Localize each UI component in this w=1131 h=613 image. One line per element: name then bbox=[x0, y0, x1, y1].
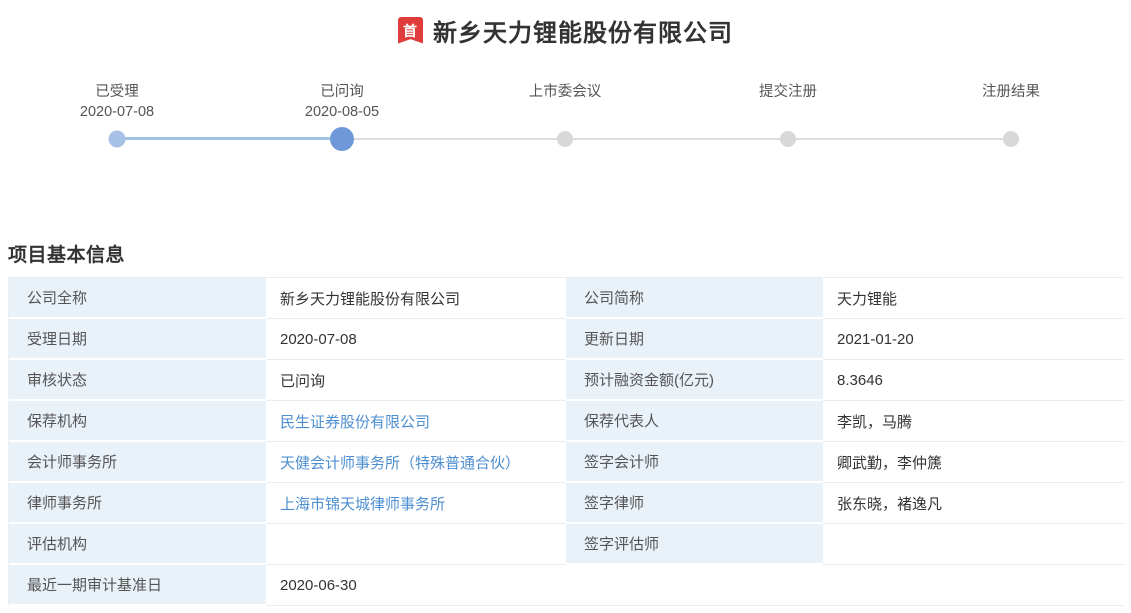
step-name: 已问询 bbox=[320, 84, 364, 100]
step-label: 上市委会议 bbox=[455, 82, 675, 102]
field-label: 保荐机构 bbox=[9, 401, 266, 442]
institution-link[interactable]: 天健会计师事务所（特殊普通合伙） bbox=[280, 452, 520, 473]
step-label: 注册结果 bbox=[901, 82, 1121, 102]
table-row: 受理日期 2020-07-08 更新日期 2021-01-20 bbox=[9, 319, 1124, 360]
step-dot-pending bbox=[780, 131, 796, 147]
stepper: 已受理 2020-07-08 已问询 2020-08-05 上市委会议 提交注册 注册结果 bbox=[0, 0, 1131, 180]
institution-link[interactable]: 民生证券股份有限公司 bbox=[280, 411, 430, 432]
field-value: 新乡天力锂能股份有限公司 bbox=[266, 278, 566, 319]
field-label: 签字律师 bbox=[566, 483, 823, 524]
section-title: 项目基本信息 bbox=[8, 245, 126, 266]
field-label: 签字评估师 bbox=[566, 524, 823, 565]
field-label: 审核状态 bbox=[9, 360, 266, 401]
field-label: 预计融资金额(亿元) bbox=[566, 360, 823, 401]
field-value bbox=[566, 565, 823, 606]
step-name: 上市委会议 bbox=[528, 84, 602, 100]
project-info-table: 公司全称 新乡天力锂能股份有限公司 公司简称 天力锂能 受理日期 2020-07-08 更新… bbox=[8, 277, 1124, 606]
field-label: 律师事务所 bbox=[9, 483, 266, 524]
field-label: 受理日期 bbox=[9, 319, 266, 360]
field-value bbox=[823, 565, 1124, 606]
field-label: 会计师事务所 bbox=[9, 442, 266, 483]
field-value: 张东晓，褚逸凡 bbox=[823, 483, 1124, 524]
field-label: 保荐代表人 bbox=[566, 401, 823, 442]
step-name: 提交注册 bbox=[759, 84, 817, 100]
field-value: 2020-06-30 bbox=[266, 565, 566, 606]
field-value: 李凯，马腾 bbox=[823, 401, 1124, 442]
step-label: 已问询 2020-08-05 bbox=[232, 82, 452, 122]
field-label: 更新日期 bbox=[566, 319, 823, 360]
field-value: 8.3646 bbox=[823, 360, 1124, 401]
table-row: 评估机构 签字评估师 bbox=[9, 524, 1124, 565]
stepper-track-pending bbox=[342, 138, 1011, 140]
table-row: 律师事务所 上海市锦天城律师事务所 签字律师 张东晓，褚逸凡 bbox=[9, 483, 1124, 524]
field-value-link-cell: 天健会计师事务所（特殊普通合伙） bbox=[266, 442, 566, 483]
field-value: 天力锂能 bbox=[823, 278, 1124, 319]
field-value: 卿武勤，李仲篪 bbox=[823, 442, 1124, 483]
field-value: 已问询 bbox=[266, 360, 566, 401]
field-value bbox=[266, 524, 566, 565]
field-value: 2020-07-08 bbox=[266, 319, 566, 360]
field-label: 签字会计师 bbox=[566, 442, 823, 483]
step-label: 已受理 2020-07-08 bbox=[7, 82, 227, 122]
table-row: 公司全称 新乡天力锂能股份有限公司 公司简称 天力锂能 bbox=[9, 278, 1124, 319]
step-date: 2020-07-08 bbox=[79, 104, 155, 120]
field-value-link-cell: 上海市锦天城律师事务所 bbox=[266, 483, 566, 524]
field-value: 2021-01-20 bbox=[823, 319, 1124, 360]
stepper-track-completed bbox=[117, 137, 342, 140]
field-label: 最近一期审计基准日 bbox=[9, 565, 266, 606]
field-label: 评估机构 bbox=[9, 524, 266, 565]
table-row: 最近一期审计基准日 2020-06-30 bbox=[9, 565, 1124, 606]
table-row: 会计师事务所 天健会计师事务所（特殊普通合伙） 签字会计师 卿武勤，李仲篪 bbox=[9, 442, 1124, 483]
field-label: 公司简称 bbox=[566, 278, 823, 319]
table-row: 保荐机构 民生证券股份有限公司 保荐代表人 李凯，马腾 bbox=[9, 401, 1124, 442]
field-value bbox=[823, 524, 1124, 565]
field-label: 公司全称 bbox=[9, 278, 266, 319]
step-dot-active bbox=[330, 127, 354, 151]
step-name: 注册结果 bbox=[982, 84, 1040, 100]
step-dot-pending bbox=[1003, 131, 1019, 147]
institution-link[interactable]: 上海市锦天城律师事务所 bbox=[280, 493, 445, 514]
step-name: 已受理 bbox=[95, 84, 139, 100]
step-date: 2020-08-05 bbox=[304, 104, 380, 120]
step-dot-done bbox=[108, 130, 126, 148]
step-dot-pending bbox=[557, 131, 573, 147]
field-value-link-cell: 民生证券股份有限公司 bbox=[266, 401, 566, 442]
step-label: 提交注册 bbox=[678, 82, 898, 102]
table-row: 审核状态 已问询 预计融资金额(亿元) 8.3646 bbox=[9, 360, 1124, 401]
